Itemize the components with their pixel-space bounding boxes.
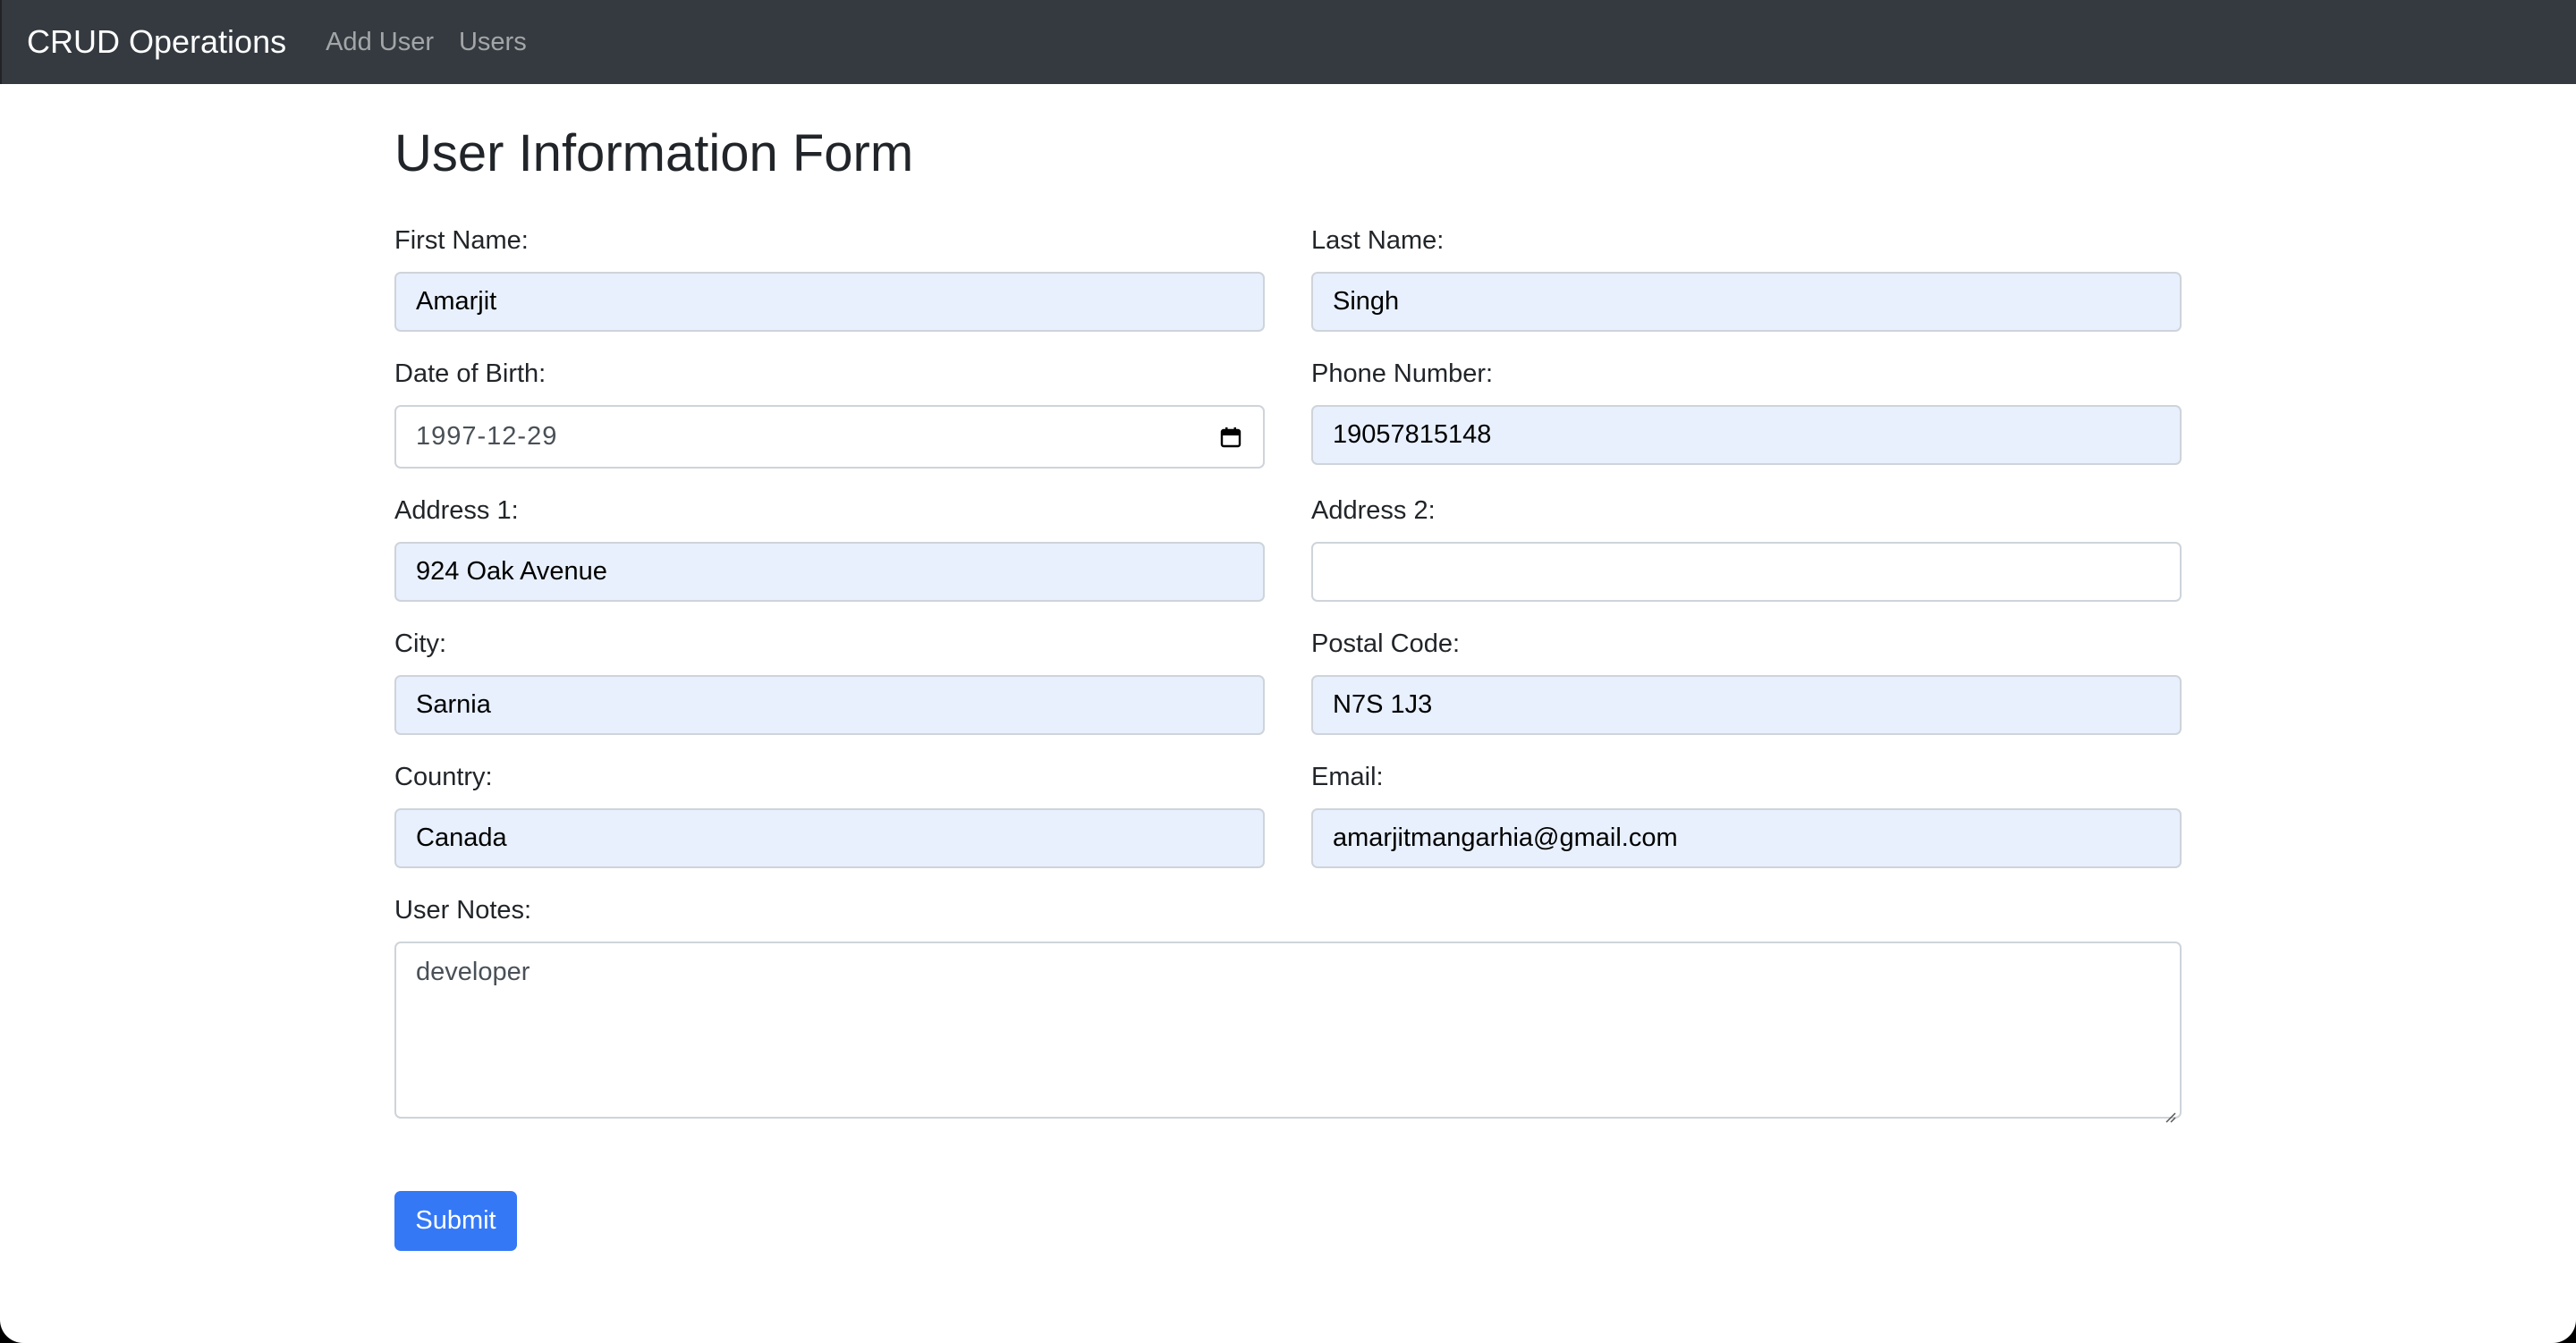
last-name-value: Singh xyxy=(1333,287,1400,316)
dob-label: Date of Birth: xyxy=(394,359,547,388)
email-value: amarjitmangarhia@gmail.com xyxy=(1333,824,1678,852)
city-value: Sarnia xyxy=(416,690,491,719)
nav-link-add-user[interactable]: Add User xyxy=(326,28,434,57)
last-name-group: Last Name: Singh xyxy=(1311,225,2182,332)
city-input[interactable]: Sarnia xyxy=(394,675,1265,735)
postal-code-input[interactable]: N7S 1J3 xyxy=(1311,675,2182,735)
submit-button[interactable]: Submit xyxy=(394,1191,517,1251)
postal-code-group: Postal Code: N7S 1J3 xyxy=(1311,629,2182,735)
email-label: Email: xyxy=(1311,763,1384,791)
city-label: City: xyxy=(394,629,446,658)
nav-link-users[interactable]: Users xyxy=(459,28,527,57)
phone-value: 19057815148 xyxy=(1333,420,1492,449)
notes-label: User Notes: xyxy=(394,896,532,925)
user-form: First Name: Amarjit Last Name: Singh Dat… xyxy=(394,225,2182,1123)
email-group: Email: amarjitmangarhia@gmail.com xyxy=(1311,762,2182,868)
country-input[interactable]: Canada xyxy=(394,808,1265,868)
address2-group: Address 2: xyxy=(1311,495,2182,602)
address1-input[interactable]: 924 Oak Avenue xyxy=(394,542,1265,602)
postal-code-value: N7S 1J3 xyxy=(1333,690,1433,719)
city-group: City: Sarnia xyxy=(394,629,1265,735)
dob-input[interactable]: 1997-12-29 xyxy=(394,405,1265,469)
calendar-icon[interactable] xyxy=(1220,427,1241,448)
address2-input[interactable] xyxy=(1311,542,2182,602)
top-navbar: CRUD Operations Add User Users xyxy=(0,0,2576,84)
last-name-input[interactable]: Singh xyxy=(1311,272,2182,332)
app-window: CRUD Operations Add User Users User Info… xyxy=(0,0,2576,1343)
address1-label: Address 1: xyxy=(394,496,519,525)
navbar-brand[interactable]: CRUD Operations xyxy=(27,23,286,61)
first-name-group: First Name: Amarjit xyxy=(394,225,1265,332)
first-name-value: Amarjit xyxy=(416,287,497,316)
email-input[interactable]: amarjitmangarhia@gmail.com xyxy=(1311,808,2182,868)
postal-code-label: Postal Code: xyxy=(1311,629,1461,658)
country-value: Canada xyxy=(416,824,507,852)
address1-value: 924 Oak Avenue xyxy=(416,557,607,586)
phone-input[interactable]: 19057815148 xyxy=(1311,405,2182,465)
notes-group: User Notes: developer xyxy=(394,895,2182,1123)
phone-label: Phone Number: xyxy=(1311,359,1494,388)
country-label: Country: xyxy=(394,763,493,791)
notes-textarea[interactable]: developer xyxy=(394,942,2182,1123)
address2-label: Address 2: xyxy=(1311,496,1436,525)
address1-group: Address 1: 924 Oak Avenue xyxy=(394,495,1265,602)
last-name-label: Last Name: xyxy=(1311,226,1445,255)
notes-value: developer xyxy=(416,958,530,986)
country-group: Country: Canada xyxy=(394,762,1265,868)
page-title: User Information Form xyxy=(394,124,914,182)
phone-group: Phone Number: 19057815148 xyxy=(1311,359,2182,469)
dob-value: 1997-12-29 xyxy=(416,422,558,451)
dob-group: Date of Birth: 1997-12-29 xyxy=(394,359,1265,469)
resize-handle-icon[interactable] xyxy=(2164,1101,2176,1123)
first-name-input[interactable]: Amarjit xyxy=(394,272,1265,332)
first-name-label: First Name: xyxy=(394,226,529,255)
